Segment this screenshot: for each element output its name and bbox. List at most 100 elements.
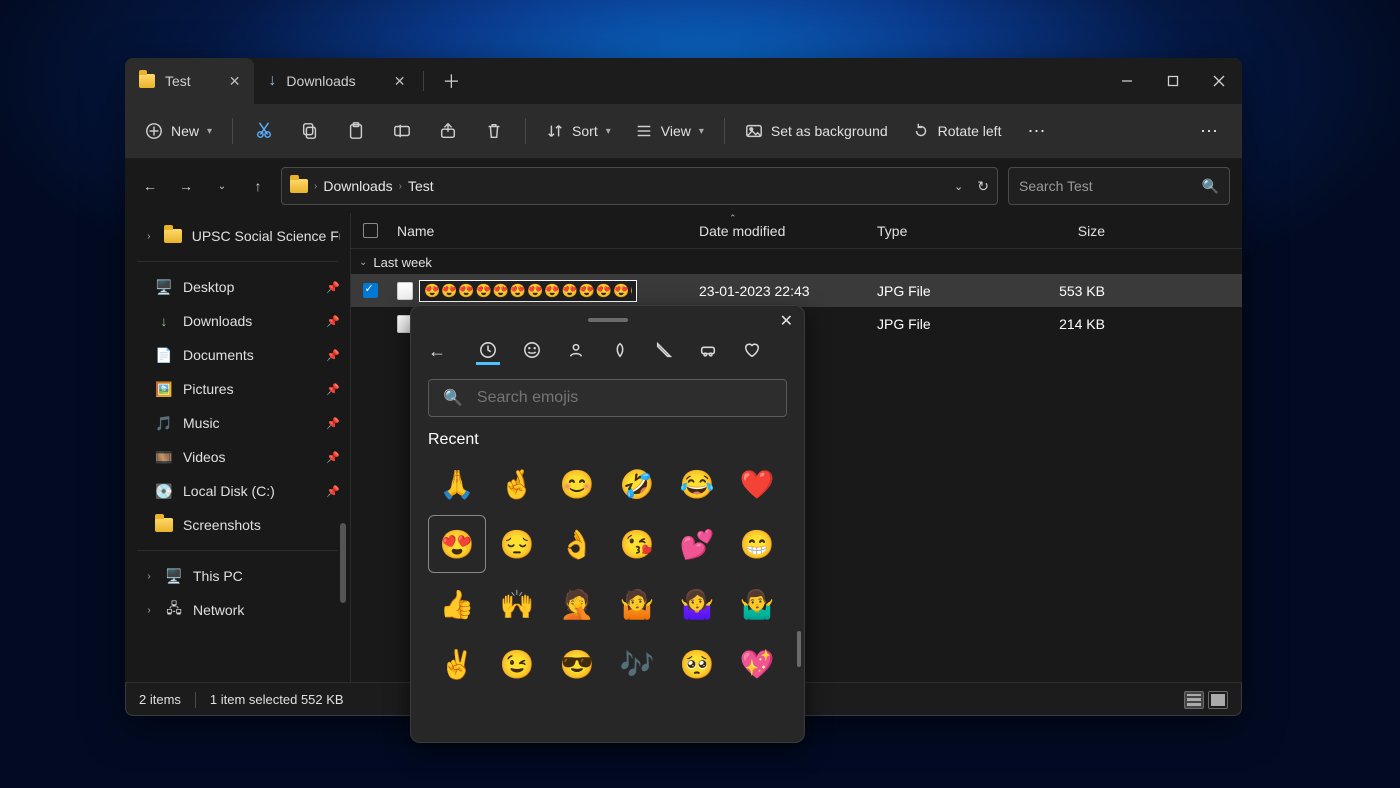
refresh-button[interactable]: ↻ — [977, 178, 989, 195]
select-all-checkbox[interactable] — [363, 223, 378, 238]
emoji-search[interactable]: 🔍 — [428, 379, 787, 417]
view-button[interactable]: View ▾ — [625, 116, 714, 146]
set-background-button[interactable]: Set as background — [735, 116, 898, 146]
sort-indicator-icon: ⌃ — [729, 213, 737, 224]
emoji-cell[interactable]: ✌️ — [428, 635, 486, 693]
category-recent[interactable] — [476, 337, 500, 365]
sidebar-item-network[interactable]: › 🖧 Network — [125, 593, 350, 627]
sort-button[interactable]: Sort ▾ — [536, 116, 621, 146]
emoji-cell[interactable]: 😍 — [428, 515, 486, 573]
emoji-search-input[interactable] — [477, 389, 772, 407]
close-button[interactable] — [1196, 58, 1242, 104]
chevron-right-icon[interactable]: › — [143, 571, 155, 582]
emoji-cell[interactable]: ❤️ — [728, 455, 786, 513]
emoji-cell[interactable]: 🎶 — [608, 635, 666, 693]
sidebar-item[interactable]: 💽Local Disk (C:)📌 — [125, 474, 350, 508]
drag-handle-icon[interactable] — [588, 318, 628, 322]
category-celebration[interactable] — [608, 337, 632, 365]
sidebar-item[interactable]: Screenshots — [125, 508, 350, 542]
breadcrumb[interactable]: Downloads — [323, 178, 392, 194]
emoji-cell[interactable]: 🤣 — [608, 455, 666, 513]
emoji-cell[interactable]: 🙏 — [428, 455, 486, 513]
column-type[interactable]: Type — [869, 223, 1015, 239]
more-button-1[interactable]: ⋯ — [1015, 115, 1059, 148]
sidebar-item[interactable]: 🖼️Pictures📌 — [125, 372, 350, 406]
emoji-cell[interactable]: 😁 — [728, 515, 786, 573]
tab-downloads[interactable]: ↓ Downloads ✕ — [254, 58, 419, 104]
share-button[interactable] — [427, 116, 469, 146]
cut-button[interactable] — [243, 115, 285, 148]
emoji-cell[interactable]: 🤷‍♂️ — [728, 575, 786, 633]
tab-test[interactable]: Test ✕ — [125, 58, 254, 104]
emoji-cell[interactable]: 😉 — [488, 635, 546, 693]
titlebar: Test ✕ ↓ Downloads ✕ ＋ — [125, 58, 1242, 104]
column-name[interactable]: Name — [389, 223, 691, 239]
maximize-button[interactable] — [1150, 58, 1196, 104]
paste-button[interactable] — [335, 116, 377, 146]
rename-input[interactable] — [419, 280, 637, 302]
emoji-cell[interactable]: 🙌 — [488, 575, 546, 633]
group-header[interactable]: ⌄ Last week — [351, 249, 1242, 274]
emoji-cell[interactable]: 👌 — [548, 515, 606, 573]
nav-forward-button[interactable]: → — [173, 178, 199, 194]
category-people[interactable] — [564, 337, 588, 365]
emoji-cell[interactable]: 🤦 — [548, 575, 606, 633]
sidebar-item[interactable]: 📄Documents📌 — [125, 338, 350, 372]
sidebar-item[interactable]: 🎵Music📌 — [125, 406, 350, 440]
picker-back-button[interactable]: ← — [428, 341, 456, 362]
file-row[interactable]: 23-01-2023 22:43 JPG File 553 KB — [351, 274, 1242, 307]
delete-button[interactable] — [473, 116, 515, 146]
sidebar-item-label: Network — [193, 602, 244, 618]
new-button[interactable]: New ▾ — [135, 116, 222, 146]
chevron-right-icon[interactable]: › — [143, 605, 155, 616]
picker-header[interactable]: ✕ — [410, 305, 805, 335]
emoji-cell[interactable]: 🤷‍♀️ — [668, 575, 726, 633]
emoji-cell[interactable]: 🥺 — [668, 635, 726, 693]
emoji-cell[interactable]: 😊 — [548, 455, 606, 513]
rotate-left-button[interactable]: Rotate left — [902, 116, 1012, 146]
chevron-right-icon[interactable]: › — [143, 231, 154, 242]
nav-back-button[interactable]: ← — [137, 178, 163, 194]
sidebar-item-thispc[interactable]: › 🖥️ This PC — [125, 559, 350, 593]
category-transport[interactable] — [696, 337, 720, 365]
breadcrumb[interactable]: Test — [408, 178, 434, 194]
close-icon[interactable]: ✕ — [229, 73, 241, 90]
rename-button[interactable] — [381, 116, 423, 146]
nav-up-button[interactable]: ↑ — [245, 178, 271, 194]
view-thumbs-button[interactable] — [1208, 691, 1228, 709]
sidebar-item[interactable]: ↓Downloads📌 — [125, 304, 350, 338]
emoji-cell[interactable]: 😎 — [548, 635, 606, 693]
sidebar-icon: ↓ — [155, 313, 173, 329]
emoji-cell[interactable]: 💕 — [668, 515, 726, 573]
address-bar[interactable]: › Downloads › Test ⌄ ↻ — [281, 167, 998, 205]
sidebar-item[interactable]: › UPSC Social Science Fu — [125, 219, 350, 253]
more-button-2[interactable]: ⋯ — [1188, 115, 1232, 148]
sidebar-item[interactable]: 🎞️Videos📌 — [125, 440, 350, 474]
emoji-cell[interactable]: 🤷 — [608, 575, 666, 633]
close-icon[interactable]: ✕ — [394, 73, 406, 90]
emoji-cell[interactable]: 👍 — [428, 575, 486, 633]
emoji-cell[interactable]: 💖 — [728, 635, 786, 693]
emoji-cell[interactable]: 😂 — [668, 455, 726, 513]
category-smileys[interactable] — [520, 337, 544, 365]
column-date[interactable]: Date modified ⌃ — [691, 223, 869, 239]
emoji-cell[interactable]: 🤞 — [488, 455, 546, 513]
scrollbar[interactable] — [797, 631, 801, 667]
sidebar-icon: 🖥️ — [155, 279, 173, 295]
minimize-button[interactable] — [1104, 58, 1150, 104]
copy-button[interactable] — [289, 116, 331, 146]
emoji-cell[interactable]: 😘 — [608, 515, 666, 573]
category-symbols[interactable] — [740, 337, 764, 365]
row-checkbox[interactable] — [363, 283, 378, 298]
address-dropdown[interactable]: ⌄ — [954, 180, 963, 193]
emoji-cell[interactable]: 😔 — [488, 515, 546, 573]
new-tab-button[interactable]: ＋ — [428, 58, 474, 104]
column-size[interactable]: Size — [1015, 223, 1113, 239]
category-food[interactable] — [652, 337, 676, 365]
search-box[interactable]: Search Test 🔍 — [1008, 167, 1230, 205]
nav-recent-button[interactable]: ⌄ — [209, 181, 235, 192]
scrollbar[interactable] — [340, 523, 346, 603]
sidebar-item[interactable]: 🖥️Desktop📌 — [125, 270, 350, 304]
close-icon[interactable]: ✕ — [780, 311, 793, 331]
view-details-button[interactable] — [1184, 691, 1204, 709]
